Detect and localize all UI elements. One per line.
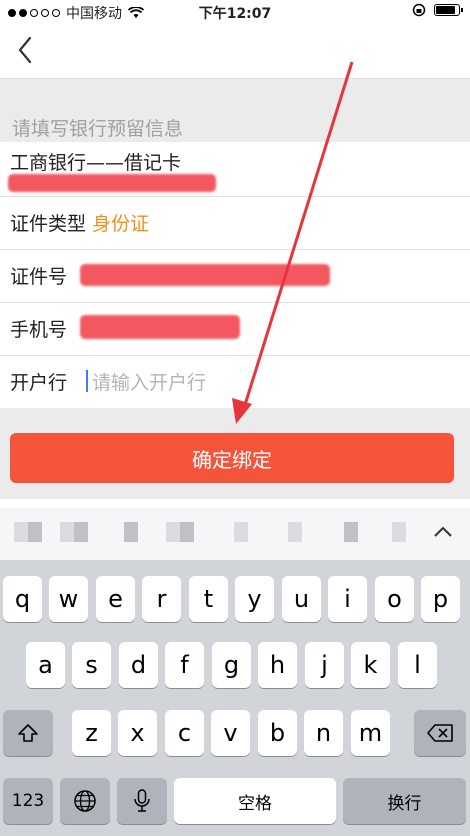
chevron-up-icon[interactable] [430, 520, 456, 544]
key-i[interactable]: i [328, 576, 367, 622]
battery-icon [434, 4, 463, 16]
key-s[interactable]: s [72, 642, 111, 688]
key-a[interactable]: a [26, 642, 65, 688]
phone-row[interactable]: 手机号 [0, 303, 470, 356]
branch-row[interactable]: 开户行 请输入开户行 [0, 356, 470, 408]
key-g[interactable]: g [212, 642, 251, 688]
branch-input[interactable]: 请输入开户行 [92, 368, 206, 395]
clock: 下午12:07 [198, 6, 272, 22]
key-q[interactable]: q [3, 576, 42, 622]
shift-key[interactable] [3, 710, 53, 756]
rotation-lock-icon [412, 3, 426, 17]
bank-card-row[interactable]: 工商银行——借记卡 [0, 142, 470, 197]
status-bar: 中国移动 下午12:07 [0, 0, 470, 24]
shift-icon [18, 724, 38, 742]
key-t[interactable]: t [189, 576, 228, 622]
id-number-label: 证件号 [10, 266, 68, 288]
key-v[interactable]: v [211, 710, 250, 756]
backspace-icon [427, 724, 453, 742]
id-type-row[interactable]: 证件类型 身份证 [0, 197, 470, 250]
key-u[interactable]: u [282, 576, 321, 622]
key-b[interactable]: b [258, 710, 297, 756]
key-l[interactable]: l [398, 642, 437, 688]
key-h[interactable]: h [258, 642, 297, 688]
key-y[interactable]: y [235, 576, 274, 622]
bank-card-label: 工商银行——借记卡 [10, 152, 182, 174]
key-p[interactable]: p [421, 576, 460, 622]
id-number-row[interactable]: 证件号 [0, 250, 470, 303]
redacted-phone-number [80, 315, 240, 339]
back-chevron-icon[interactable] [14, 34, 36, 66]
navigation-bar [0, 24, 470, 79]
key-x[interactable]: x [118, 710, 157, 756]
id-type-label: 证件类型 [10, 213, 87, 235]
phone-label: 手机号 [10, 319, 68, 341]
key-f[interactable]: f [165, 642, 204, 688]
space-key[interactable]: 空格 [174, 778, 336, 824]
key-e[interactable]: e [96, 576, 135, 622]
delete-key[interactable] [414, 710, 466, 756]
keyboard: q w e r t y u i o p a s d f g h j k l z … [0, 560, 470, 836]
key-c[interactable]: c [165, 710, 204, 756]
dictation-key[interactable] [117, 778, 167, 824]
key-d[interactable]: d [119, 642, 158, 688]
confirm-bind-button[interactable]: 确定绑定 [10, 433, 454, 483]
microphone-icon [134, 789, 150, 812]
globe-icon [74, 790, 96, 812]
section-hint: 请填写银行预留信息 [12, 118, 184, 140]
key-k[interactable]: k [351, 642, 390, 688]
text-cursor [86, 370, 88, 392]
key-r[interactable]: r [142, 576, 181, 622]
key-m[interactable]: m [351, 710, 390, 756]
globe-key[interactable] [60, 778, 110, 824]
id-type-value[interactable]: 身份证 [92, 213, 149, 235]
key-z[interactable]: z [72, 710, 111, 756]
return-key[interactable]: 换行 [343, 778, 466, 824]
redacted-id-number [80, 264, 330, 286]
numbers-key[interactable]: 123 [3, 778, 53, 824]
key-j[interactable]: j [305, 642, 344, 688]
bank-info-form: 工商银行——借记卡 证件类型 身份证 证件号 手机号 开户行 请输入开户行 [0, 142, 470, 408]
key-w[interactable]: w [49, 576, 88, 622]
branch-label: 开户行 [10, 372, 68, 394]
key-o[interactable]: o [375, 576, 414, 622]
key-n[interactable]: n [304, 710, 343, 756]
redacted-card-number [8, 174, 216, 192]
